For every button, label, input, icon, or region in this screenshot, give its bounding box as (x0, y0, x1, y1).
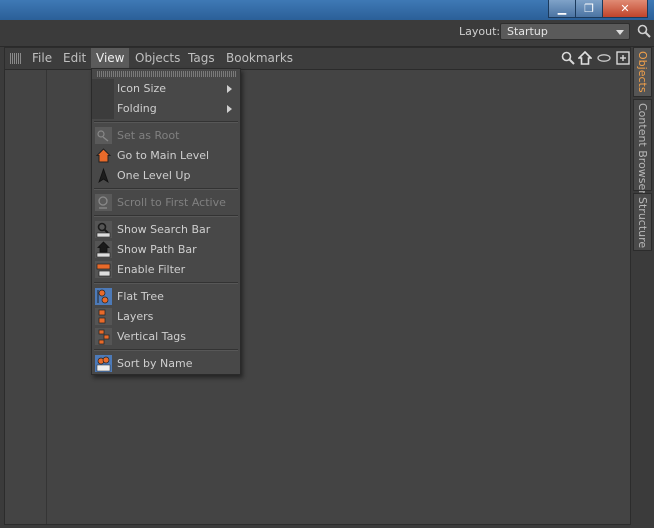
sort-by-name-icon (95, 355, 112, 372)
filter-icon (95, 261, 112, 278)
new-window-icon[interactable] (616, 51, 630, 65)
menu-item-set-as-root: Set as Root (92, 126, 240, 146)
submenu-arrow-icon (227, 105, 232, 113)
view-menu-dropdown: Icon Size Folding Set as Root Go to Main… (91, 68, 241, 375)
column-divider (46, 70, 47, 524)
menu-file[interactable]: File (27, 48, 57, 69)
minimize-button[interactable]: ▁ (548, 0, 576, 18)
menu-view[interactable]: View (91, 48, 130, 69)
menu-item-go-to-main-level[interactable]: Go to Main Level (92, 146, 240, 166)
search-icon[interactable] (637, 24, 651, 38)
menu-separator (94, 349, 238, 351)
window-controls: ▁ ❐ ✕ (548, 0, 648, 18)
menu-item-folding[interactable]: Folding (92, 99, 240, 119)
menu-item-enable-filter[interactable]: Enable Filter (92, 260, 240, 280)
eye-icon[interactable] (597, 51, 611, 65)
layout-bar: Layout: Startup (0, 20, 654, 47)
path-bar-icon (95, 241, 112, 258)
layers-icon (95, 308, 112, 325)
layout-dropdown[interactable]: Startup (500, 23, 630, 40)
menu-objects[interactable]: Objects (130, 48, 185, 69)
menu-separator (94, 121, 238, 123)
submenu-arrow-icon (227, 85, 232, 93)
menu-separator (94, 188, 238, 190)
menu-tags[interactable]: Tags (183, 48, 220, 69)
tab-content-browser[interactable]: Content Browser (633, 99, 652, 195)
home-icon[interactable] (578, 51, 592, 65)
menu-tearoff-grip[interactable] (97, 71, 236, 77)
side-tab-strip: Objects Content Browser Structure (633, 47, 652, 525)
menu-item-one-level-up[interactable]: One Level Up (92, 166, 240, 186)
close-button[interactable]: ✕ (602, 0, 648, 18)
maximize-button[interactable]: ❐ (575, 0, 603, 18)
layout-selected-value: Startup (507, 25, 548, 38)
vertical-tags-icon (95, 328, 112, 345)
menu-item-sort-by-name[interactable]: Sort by Name (92, 354, 240, 374)
chevron-down-icon (616, 30, 624, 35)
home-icon (95, 148, 112, 163)
search-bar-icon (95, 221, 112, 238)
layout-label: Layout: (459, 25, 501, 38)
menu-bookmarks[interactable]: Bookmarks (221, 48, 298, 69)
menu-item-scroll-to-first-active: Scroll to First Active (92, 193, 240, 213)
panel-menubar: File Edit View Objects Tags Bookmarks (5, 48, 630, 70)
menu-item-show-path-bar[interactable]: Show Path Bar (92, 240, 240, 260)
menu-separator (94, 282, 238, 284)
set-root-icon (95, 127, 112, 144)
window-titlebar: ▁ ❐ ✕ (0, 0, 654, 20)
menu-edit[interactable]: Edit (58, 48, 91, 69)
menu-item-icon-size[interactable]: Icon Size (92, 79, 240, 99)
tab-structure[interactable]: Structure (633, 193, 652, 251)
menu-item-layers[interactable]: Layers (92, 307, 240, 327)
flat-tree-icon (95, 288, 112, 305)
menu-item-show-search-bar[interactable]: Show Search Bar (92, 220, 240, 240)
scroll-icon (95, 194, 112, 211)
menu-item-flat-tree[interactable]: Flat Tree (92, 287, 240, 307)
menu-separator (94, 215, 238, 217)
menu-item-vertical-tags[interactable]: Vertical Tags (92, 327, 240, 347)
search-icon[interactable] (561, 51, 575, 65)
tab-objects[interactable]: Objects (633, 47, 652, 97)
panel-grip-icon[interactable] (10, 53, 22, 64)
arrow-up-icon (98, 167, 109, 183)
